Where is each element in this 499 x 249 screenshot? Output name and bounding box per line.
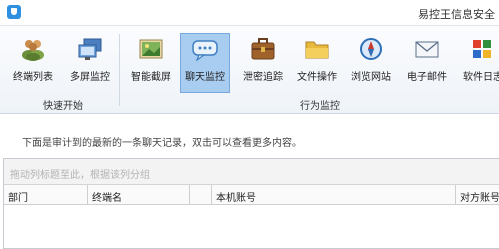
- title-bar: 易控王信息安全: [0, 0, 499, 26]
- terminal-list-button[interactable]: 终端列表: [8, 33, 58, 93]
- ribbon-toolbar: 终端列表 多屏监控 智能截屏 聊天监控 泄密追踪 文件操作 浏览网站 电子邮件 …: [0, 26, 499, 114]
- folder-icon: [304, 37, 330, 61]
- smart-screenshot-button[interactable]: 智能截屏: [126, 33, 176, 93]
- column-header-blank[interactable]: [190, 185, 212, 205]
- hint-text: 下面是审计到的最新的一条聊天记录，双击可以查看更多内容。: [22, 138, 302, 149]
- screenshot-icon: [138, 37, 164, 61]
- column-header-terminal-name[interactable]: 终端名: [88, 185, 190, 205]
- column-header-local-account[interactable]: 本机账号: [212, 185, 456, 205]
- software-log-button[interactable]: 软件日志: [458, 33, 499, 93]
- file-operation-button[interactable]: 文件操作: [292, 33, 342, 93]
- table-header: 部门 终端名 本机账号 对方账号: [4, 185, 499, 205]
- multi-screen-button[interactable]: 多屏监控: [65, 33, 115, 93]
- chat-icon: [192, 37, 218, 62]
- window-title: 易控王信息安全: [418, 8, 495, 21]
- multi-screen-icon: [77, 37, 103, 61]
- software-log-icon: [470, 37, 496, 61]
- column-header-department[interactable]: 部门: [4, 185, 88, 205]
- records-table: 拖动列标题至此，根据该列分组 部门 终端名 本机账号 对方账号: [3, 158, 499, 249]
- group-label-behavior-monitor: 行为监控: [300, 101, 340, 112]
- shield-icon: [7, 5, 21, 19]
- group-by-placeholder: 拖动列标题至此，根据该列分组: [10, 170, 150, 181]
- group-separator: [119, 34, 120, 106]
- group-label-quick-start: 快速开始: [43, 101, 83, 112]
- briefcase-icon: [250, 37, 276, 61]
- email-button[interactable]: 电子邮件: [402, 33, 452, 93]
- mail-icon: [414, 37, 440, 61]
- column-header-peer-account[interactable]: 对方账号: [456, 185, 499, 205]
- compass-icon: [358, 37, 384, 61]
- browse-websites-button[interactable]: 浏览网站: [346, 33, 396, 93]
- users-icon: [20, 37, 46, 61]
- group-by-bar[interactable]: 拖动列标题至此，根据该列分组: [4, 159, 499, 185]
- chat-monitor-button[interactable]: 聊天监控: [180, 33, 230, 93]
- leak-tracking-button[interactable]: 泄密追踪: [238, 33, 288, 93]
